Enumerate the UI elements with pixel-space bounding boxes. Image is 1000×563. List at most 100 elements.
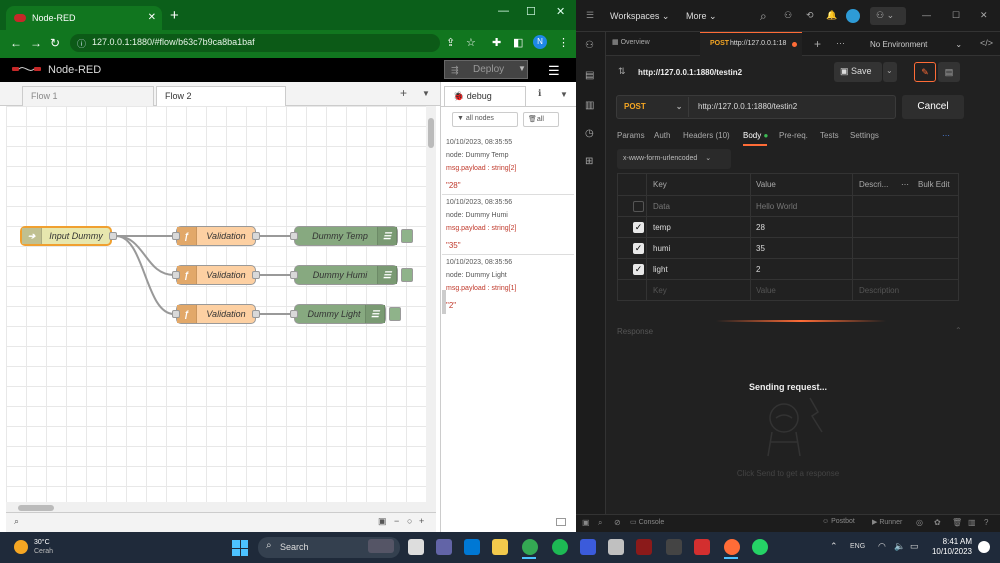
whatsapp-icon[interactable]	[752, 539, 768, 555]
runner-button[interactable]: ▶ Runner	[872, 518, 902, 526]
zoom-out-icon[interactable]: −	[394, 516, 399, 526]
debug-node-temp[interactable]: Dummy Temp ☰	[294, 226, 398, 246]
function-node-1[interactable]: ƒ Validation	[176, 226, 256, 246]
toggle-sidebar-icon[interactable]: ▣	[582, 518, 590, 527]
sidebar-resize-handle[interactable]	[442, 290, 446, 314]
input-port[interactable]	[290, 310, 298, 318]
browser-agent-icon[interactable]	[846, 9, 860, 23]
row-value[interactable]: 35	[756, 244, 765, 253]
row-checkbox[interactable]: ✓	[633, 222, 644, 233]
table-row-empty[interactable]: Key Value Description	[618, 279, 958, 300]
apps-icon[interactable]: ⊞	[585, 156, 593, 167]
collapse-icon[interactable]: ⌃	[955, 326, 962, 335]
workspaces-menu[interactable]: Workspaces ⌄	[610, 11, 669, 22]
teams-icon[interactable]	[436, 539, 452, 555]
trash-icon[interactable]: 🗑	[952, 518, 962, 527]
canvas-vertical-scrollbar[interactable]	[426, 106, 436, 502]
tab-settings[interactable]: Settings	[850, 131, 879, 140]
tab-tests[interactable]: Tests	[820, 131, 839, 140]
tabs-overflow-icon[interactable]: ⋯	[836, 38, 845, 49]
maximize-icon[interactable]: ☐	[952, 10, 960, 21]
row-value[interactable]: 28	[756, 223, 765, 232]
sidebar-dropdown-icon[interactable]: ▼	[560, 90, 568, 99]
share-icon[interactable]: ⇪	[446, 36, 455, 49]
windows-start-icon[interactable]	[232, 540, 248, 556]
bulk-edit-link[interactable]: Bulk Edit	[918, 180, 950, 189]
weather-sun-icon[interactable]	[14, 540, 28, 554]
postman-icon[interactable]	[724, 539, 740, 555]
notification-bell-icon[interactable]: 🔔	[826, 10, 837, 21]
file-explorer-icon[interactable]	[492, 539, 508, 555]
input-port[interactable]	[172, 310, 180, 318]
profile-avatar[interactable]: N	[533, 35, 547, 49]
extensions-icon[interactable]: ✚	[492, 36, 501, 49]
apis-icon[interactable]: ▥	[585, 100, 594, 111]
row-checkbox[interactable]: ✓	[633, 243, 644, 254]
close-window-icon[interactable]: ✕	[556, 5, 565, 18]
sync-icon[interactable]: ⟲	[806, 10, 814, 21]
save-dropdown-icon[interactable]: ⌄	[883, 62, 897, 82]
wifi-icon[interactable]: ◠	[878, 541, 886, 552]
cookies-link[interactable]: ⋯	[942, 131, 950, 140]
output-port[interactable]	[252, 271, 260, 279]
canvas-horizontal-scrollbar[interactable]	[6, 502, 436, 512]
cancel-request-button[interactable]: Cancel	[902, 95, 964, 119]
chrome-icon[interactable]	[522, 539, 538, 555]
row-value[interactable]: Hello World	[756, 202, 797, 211]
new-tab-icon[interactable]: +	[814, 37, 821, 51]
row-checkbox[interactable]	[633, 201, 644, 212]
filter-nodes-button[interactable]: ▼ all nodes	[452, 112, 518, 127]
row-key[interactable]: temp	[653, 223, 671, 232]
function-node-2[interactable]: ƒ Validation	[176, 265, 256, 285]
input-port[interactable]	[290, 271, 298, 279]
tab-overview[interactable]: ▦ Overview	[612, 38, 650, 46]
method-selector[interactable]: POST ⌄	[624, 102, 682, 111]
hamburger-menu-icon[interactable]: ☰	[548, 63, 560, 79]
weather-widget[interactable]: 30°C Cerah	[34, 538, 53, 556]
row-checkbox[interactable]: ✓	[633, 264, 644, 275]
maximize-icon[interactable]: ☐	[526, 5, 536, 18]
url-input[interactable]: http://127.0.0.1:1880/testin2	[698, 102, 797, 111]
description-placeholder[interactable]: Description	[859, 286, 899, 295]
settings-icon[interactable]: ⊘	[614, 518, 621, 527]
debug-toggle-button[interactable]	[389, 307, 401, 321]
minimize-icon[interactable]: —	[498, 5, 509, 17]
app-icon[interactable]	[608, 539, 624, 555]
scrollbar-thumb[interactable]	[18, 505, 54, 511]
terminal-icon[interactable]	[666, 539, 682, 555]
open-window-icon[interactable]	[556, 518, 566, 526]
postbot-button[interactable]: ☺ Postbot	[822, 518, 855, 525]
pdf-reader-icon[interactable]	[694, 539, 710, 555]
spotify-icon[interactable]	[552, 539, 568, 555]
tab-debug[interactable]: 🐞 debug	[444, 86, 526, 106]
user-icon[interactable]: ⚇	[585, 40, 594, 51]
comments-icon[interactable]: ▤	[938, 62, 960, 82]
cookies-icon[interactable]: ✿	[934, 518, 941, 527]
battery-icon[interactable]: ▭	[910, 541, 919, 552]
inject-node[interactable]: ➔ Input Dummy	[20, 226, 112, 246]
clock[interactable]: 8:41 AM 10/10/2023	[930, 537, 972, 557]
row-key[interactable]: Data	[653, 202, 670, 211]
help-icon[interactable]: ?	[984, 518, 988, 527]
vscode-icon[interactable]	[580, 539, 596, 555]
body-encoding-selector[interactable]: x-www-form-urlencoded ⌄	[617, 149, 731, 169]
edit-icon[interactable]: ✎	[914, 62, 936, 82]
close-window-icon[interactable]: ✕	[980, 10, 988, 21]
zoom-in-icon[interactable]: +	[419, 516, 424, 526]
input-port[interactable]	[290, 232, 298, 240]
table-row[interactable]: ✓ light 2	[618, 258, 958, 279]
scrollbar-thumb[interactable]	[428, 118, 434, 148]
navigator-icon[interactable]: ▣	[378, 516, 387, 527]
debug-message[interactable]: 10/10/2023, 08:35:56 node: Dummy Light msg…	[446, 256, 570, 312]
output-port[interactable]	[252, 310, 260, 318]
table-row[interactable]: ✓ humi 35	[618, 237, 958, 258]
language-indicator[interactable]: ENG	[850, 543, 865, 550]
tab-pre-request[interactable]: Pre-req.	[779, 131, 808, 140]
browser-menu-icon[interactable]: ⋮	[558, 36, 569, 49]
app-icon[interactable]	[636, 539, 652, 555]
debug-node-light[interactable]: Dummy Light ☰	[294, 304, 386, 324]
deploy-dropdown-icon[interactable]: ▼	[518, 64, 526, 73]
app-menu-icon[interactable]: ☰	[586, 10, 594, 21]
function-node-3[interactable]: ƒ Validation	[176, 304, 256, 324]
key-placeholder[interactable]: Key	[653, 286, 667, 295]
